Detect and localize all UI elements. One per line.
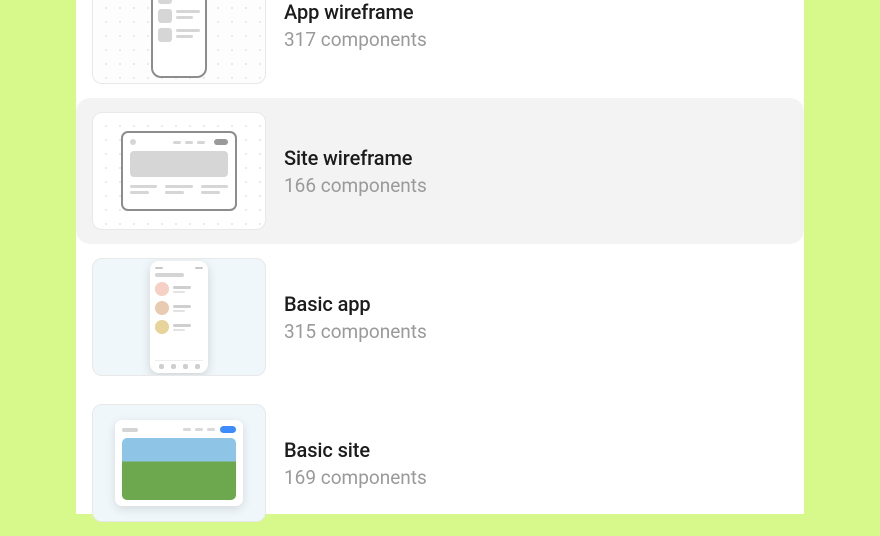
template-subtitle: 166 components (284, 174, 427, 197)
template-meta: App wireframe 317 components (284, 0, 427, 51)
template-panel: App wireframe 317 components (76, 0, 804, 514)
thumbnail-site-wireframe (92, 112, 266, 230)
thumbnail-app-wireframe (92, 0, 266, 84)
template-meta: Basic app 315 components (284, 292, 427, 343)
template-title: Site wireframe (284, 146, 427, 170)
phone-app-icon (150, 261, 208, 373)
template-title: Basic site (284, 438, 427, 462)
template-list: App wireframe 317 components (76, 0, 804, 536)
thumbnail-basic-app (92, 258, 266, 376)
template-meta: Site wireframe 166 components (284, 146, 427, 197)
template-item-app-wireframe[interactable]: App wireframe 317 components (76, 0, 804, 98)
phone-wireframe-icon (151, 0, 207, 78)
template-subtitle: 315 components (284, 320, 427, 343)
template-meta: Basic site 169 components (284, 438, 427, 489)
template-item-basic-app[interactable]: Basic app 315 components (76, 244, 804, 390)
template-subtitle: 169 components (284, 466, 427, 489)
template-title: App wireframe (284, 0, 427, 24)
thumbnail-basic-site (92, 404, 266, 522)
template-subtitle: 317 components (284, 28, 427, 51)
site-app-icon (115, 420, 243, 506)
template-item-basic-site[interactable]: Basic site 169 components (76, 390, 804, 536)
site-wireframe-icon (121, 131, 237, 211)
template-item-site-wireframe[interactable]: Site wireframe 166 components (76, 98, 804, 244)
template-title: Basic app (284, 292, 427, 316)
